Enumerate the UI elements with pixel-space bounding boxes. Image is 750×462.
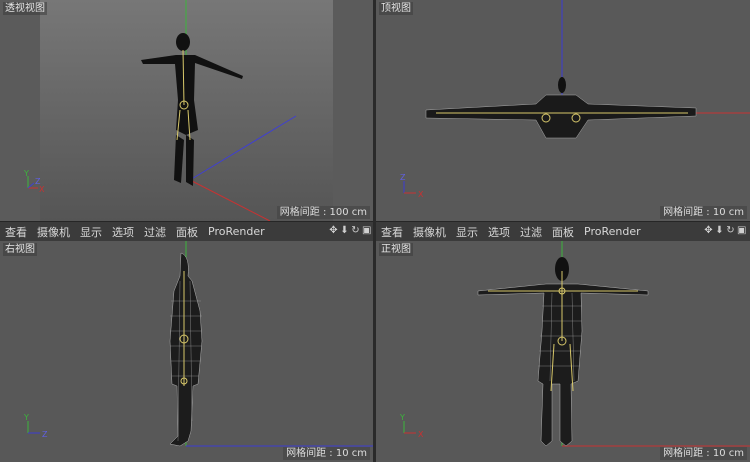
menu-panel[interactable]: 面板 bbox=[547, 224, 579, 240]
viewport-title: 透视视图 bbox=[3, 2, 47, 15]
viewport-title: 顶视图 bbox=[379, 2, 413, 15]
menu-options[interactable]: 选项 bbox=[483, 224, 515, 240]
right-scene: Y Z bbox=[0, 241, 373, 462]
axis-x-label: X bbox=[418, 430, 424, 439]
move-icon[interactable]: ✥ bbox=[329, 224, 338, 237]
axis-y-label: Y bbox=[23, 169, 29, 178]
move-icon[interactable]: ✥ bbox=[704, 224, 713, 237]
perspective-viewport[interactable]: Y X Z 透视视图 网格间距 : 100 cm bbox=[0, 0, 373, 221]
menu-prorender[interactable]: ProRender bbox=[203, 225, 270, 238]
viewport-title: 正视图 bbox=[379, 243, 413, 256]
grid-spacing-label: 网格间距 : 10 cm bbox=[660, 206, 747, 219]
axis-x-label: X bbox=[418, 190, 424, 199]
menu-options[interactable]: 选项 bbox=[107, 224, 139, 240]
front-scene: Y X bbox=[376, 241, 750, 462]
front-viewport[interactable]: Y X 正视图 网格间距 : 10 cm bbox=[376, 241, 750, 462]
arrow-down-icon[interactable]: ⬇ bbox=[340, 224, 349, 237]
right-viewport[interactable]: Y Z 右视图 网格间距 : 10 cm bbox=[0, 241, 373, 462]
menu-view[interactable]: 查看 bbox=[376, 224, 408, 240]
maximize-icon[interactable]: ▣ bbox=[737, 224, 746, 237]
top-viewport[interactable]: Z X 顶视图 网格间距 : 10 cm bbox=[376, 0, 750, 221]
menu-camera[interactable]: 摄像机 bbox=[408, 224, 451, 240]
rotate-icon[interactable]: ↻ bbox=[351, 224, 360, 237]
axis-x-label: X bbox=[39, 185, 45, 194]
menu-filter[interactable]: 过滤 bbox=[139, 224, 171, 240]
viewport-divider[interactable] bbox=[373, 0, 376, 462]
viewport-menubar: 查看 摄像机 显示 选项 过滤 面板 ProRender ✥ ⬇ ↻ ▣ bbox=[0, 222, 375, 241]
maximize-icon[interactable]: ▣ bbox=[362, 224, 371, 237]
axis-z-label: Z bbox=[35, 177, 41, 186]
rotate-icon[interactable]: ↻ bbox=[726, 224, 735, 237]
grid-spacing-label: 网格间距 : 10 cm bbox=[660, 447, 747, 460]
arrow-down-icon[interactable]: ⬇ bbox=[715, 224, 724, 237]
top-scene: Z X bbox=[376, 0, 750, 221]
menu-panel[interactable]: 面板 bbox=[171, 224, 203, 240]
grid-spacing-label: 网格间距 : 10 cm bbox=[283, 447, 370, 460]
grid-spacing-label: 网格间距 : 100 cm bbox=[276, 206, 370, 219]
menu-camera[interactable]: 摄像机 bbox=[32, 224, 75, 240]
axis-y-label: Y bbox=[399, 413, 405, 422]
menu-prorender[interactable]: ProRender bbox=[579, 225, 646, 238]
menu-display[interactable]: 显示 bbox=[75, 224, 107, 240]
axis-y-label: Y bbox=[23, 413, 29, 422]
axis-z-label: Z bbox=[400, 173, 406, 182]
menu-filter[interactable]: 过滤 bbox=[515, 224, 547, 240]
viewport-menubar: 查看 摄像机 显示 选项 过滤 面板 ProRender ✥ ⬇ ↻ ▣ bbox=[376, 222, 750, 241]
viewport-title: 右视图 bbox=[3, 243, 37, 256]
axis-z-label: Z bbox=[42, 430, 48, 439]
perspective-scene: Y X Z bbox=[0, 0, 373, 221]
menu-display[interactable]: 显示 bbox=[451, 224, 483, 240]
menu-view[interactable]: 查看 bbox=[0, 224, 32, 240]
